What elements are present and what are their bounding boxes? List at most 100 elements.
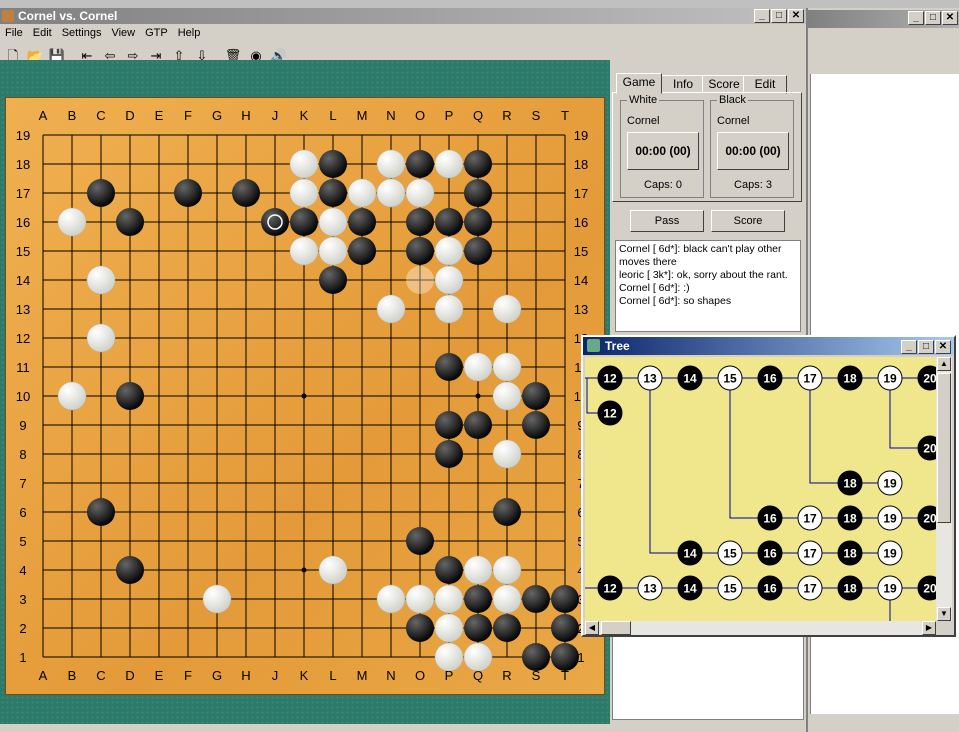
black-stone	[116, 556, 144, 584]
go-board-svg[interactable]: AABBCCDDEEFFGGHHJJKKLLMMNNOOPPQQRRSSTT19…	[6, 98, 604, 694]
tree-node[interactable]: 13	[637, 365, 663, 391]
tree-node[interactable]: 20	[917, 575, 936, 601]
svg-text:18: 18	[843, 372, 857, 386]
column-label: R	[502, 668, 511, 683]
tree-vertical-scrollbar[interactable]: ▲ ▼	[936, 357, 952, 621]
black-label: Black	[717, 94, 748, 106]
scroll-right-icon[interactable]: ▶	[922, 621, 936, 635]
tree-node[interactable]: 14	[677, 575, 703, 601]
bg-close-button[interactable]: ✕	[942, 11, 958, 25]
tree-node[interactable]: 12	[597, 400, 623, 426]
white-stone	[492, 584, 522, 614]
tab-game[interactable]: Game	[616, 73, 662, 94]
white-stone	[492, 381, 522, 411]
chat-log[interactable]: Cornel [ 6d*]: black can't play other mo…	[615, 240, 801, 332]
tree-node[interactable]: 18	[837, 575, 863, 601]
minimize-button[interactable]: _	[754, 9, 770, 23]
tree-node[interactable]: 18	[837, 540, 863, 566]
tree-svg[interactable]: 12 13 14 15 16 17 18 19 20 12 20 18 19 16 17 18 19 20 14 15…	[585, 357, 936, 621]
tree-node[interactable]: 14	[677, 365, 703, 391]
tree-node[interactable]: 19	[877, 470, 903, 496]
tree-node[interactable]: 16	[757, 365, 783, 391]
tree-node[interactable]: 15	[717, 575, 743, 601]
tree-node[interactable]: 17	[797, 575, 823, 601]
score-button[interactable]: Score	[711, 210, 785, 232]
tree-node[interactable]: 16	[757, 575, 783, 601]
row-label: 1	[19, 650, 26, 665]
row-label: 14	[574, 273, 588, 288]
column-label: D	[125, 668, 134, 683]
vertical-scroll-thumb[interactable]	[937, 373, 951, 523]
tree-node[interactable]: 20	[917, 365, 936, 391]
tree-node[interactable]: 19	[877, 540, 903, 566]
tree-node[interactable]: 13	[637, 575, 663, 601]
white-stone	[492, 555, 522, 585]
scroll-down-icon[interactable]: ▼	[937, 607, 951, 621]
tree-node[interactable]: 17	[797, 540, 823, 566]
tree-node[interactable]: 18	[837, 505, 863, 531]
tree-node[interactable]: 17	[797, 505, 823, 531]
pass-button[interactable]: Pass	[630, 210, 704, 232]
black-stone	[435, 440, 463, 468]
white-stone	[376, 149, 406, 179]
white-stone	[434, 584, 464, 614]
column-label: R	[502, 108, 511, 123]
scroll-up-icon[interactable]: ▲	[937, 357, 951, 371]
bg-maximize-button[interactable]: □	[925, 11, 941, 25]
white-stone	[57, 207, 87, 237]
tree-close-button[interactable]: ✕	[935, 340, 951, 354]
tree-node[interactable]: 20	[917, 505, 936, 531]
tree-canvas[interactable]: 12 13 14 15 16 17 18 19 20 12 20 18 19 16 17 18 19 20 14 15…	[585, 357, 936, 621]
tree-node[interactable]: 15	[717, 365, 743, 391]
tree-node[interactable]: 16	[757, 540, 783, 566]
horizontal-scroll-thumb[interactable]	[601, 621, 631, 635]
black-stone	[464, 614, 492, 642]
menu-file[interactable]: File	[0, 24, 28, 42]
column-label: G	[212, 108, 222, 123]
maximize-button[interactable]: □	[771, 9, 787, 23]
row-label: 14	[16, 273, 30, 288]
bg-minimize-button[interactable]: _	[908, 11, 924, 25]
tree-node[interactable]: 19	[877, 505, 903, 531]
menu-gtp[interactable]: GTP	[140, 24, 173, 42]
black-stone	[174, 179, 202, 207]
tree-node[interactable]: 15	[717, 540, 743, 566]
row-label: 12	[16, 331, 30, 346]
tree-node[interactable]: 18	[837, 470, 863, 496]
svg-text:14: 14	[683, 582, 697, 596]
column-label: N	[386, 108, 395, 123]
tree-node[interactable]: 16	[757, 505, 783, 531]
tree-node[interactable]: 14	[677, 540, 703, 566]
menu-edit[interactable]: Edit	[28, 24, 57, 42]
tree-node[interactable]: 12	[597, 365, 623, 391]
menu-view[interactable]: View	[106, 24, 140, 42]
tree-node[interactable]: 18	[837, 365, 863, 391]
menu-bar: File Edit Settings View GTP Help	[0, 24, 806, 42]
tree-node[interactable]: 17	[797, 365, 823, 391]
column-label: K	[300, 668, 309, 683]
black-stone	[464, 179, 492, 207]
resize-grip[interactable]	[936, 621, 952, 635]
menu-help[interactable]: Help	[173, 24, 206, 42]
menu-settings[interactable]: Settings	[57, 24, 107, 42]
tree-horizontal-scrollbar[interactable]: ◀ ▶	[585, 621, 936, 635]
white-stone	[492, 439, 522, 469]
black-stone	[406, 527, 434, 555]
tree-node[interactable]: 12	[597, 575, 623, 601]
go-board[interactable]: A A B B C C D D E E F F G G H H J J K K L L M M N N O O P P Q Q R R S S T T 19…	[6, 98, 604, 694]
tree-node[interactable]: 20	[917, 435, 936, 461]
star-point	[301, 393, 307, 399]
row-label: 17	[16, 186, 30, 201]
column-label: J	[272, 108, 279, 123]
close-button[interactable]: ✕	[788, 9, 804, 23]
column-label: L	[329, 668, 336, 683]
tree-minimize-button[interactable]: _	[901, 340, 917, 354]
scroll-left-icon[interactable]: ◀	[585, 621, 599, 635]
tree-node[interactable]: 19	[877, 575, 903, 601]
tree-maximize-button[interactable]: □	[918, 340, 934, 354]
column-label: S	[532, 108, 541, 123]
svg-text:16: 16	[763, 372, 777, 386]
tree-node[interactable]: 19	[877, 365, 903, 391]
white-player-name: Cornel	[627, 115, 660, 127]
white-stone	[86, 323, 116, 353]
